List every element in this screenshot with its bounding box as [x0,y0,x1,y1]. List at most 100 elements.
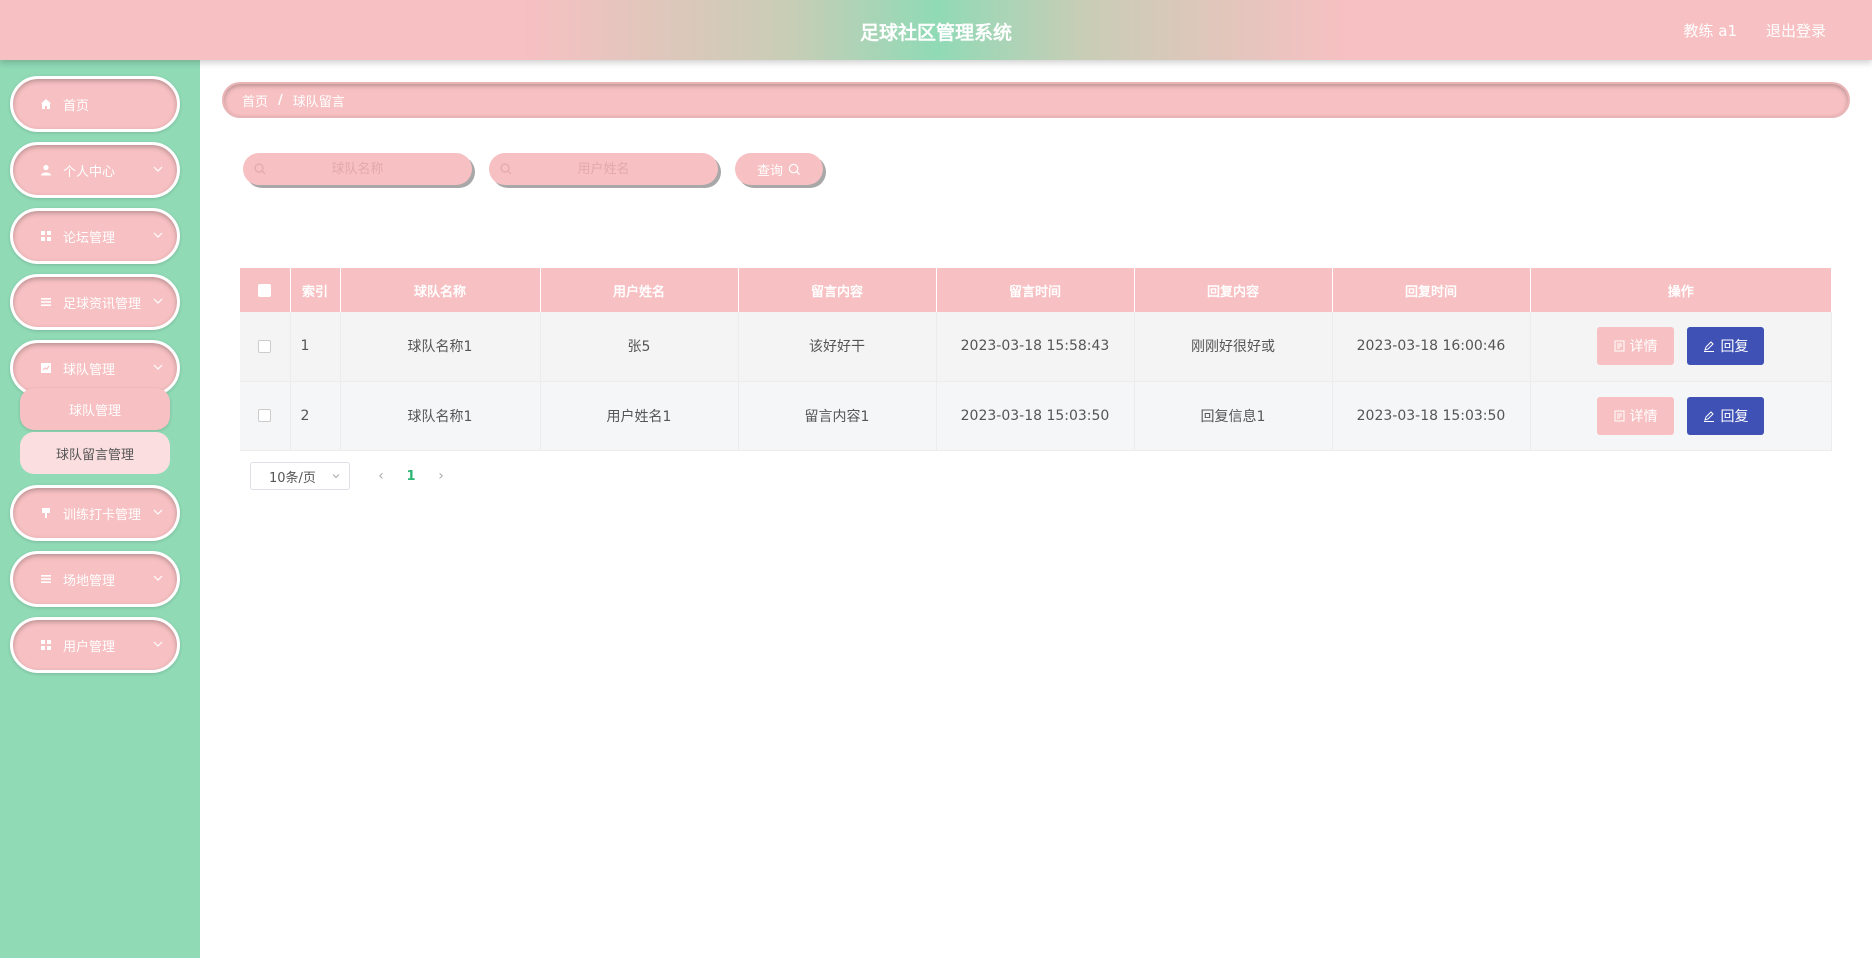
detail-button[interactable]: 详情 [1597,327,1675,366]
detail-button-label: 详情 [1629,339,1658,356]
col-actions: 操作 [1530,268,1832,312]
chevron-down-icon [153,298,163,304]
cell-team: 球队名称1 [340,312,541,382]
sidebar-item-label: 足球资讯管理 [63,296,142,312]
user-icon [39,163,53,177]
row-select[interactable] [240,312,291,382]
row-checkbox[interactable] [258,339,272,353]
reply-button-label: 回复 [1720,339,1749,356]
cell-user: 张5 [540,312,739,382]
chevron-down-icon [153,364,163,370]
chevron-down-icon [153,575,163,581]
chevron-down-icon [153,509,163,515]
col-index: 索引 [290,268,341,312]
sidebar-item-label: 个人中心 [63,164,116,180]
submenu-team-message[interactable]: 球队留言管理 [20,432,170,474]
row-select[interactable] [240,381,291,451]
sidebar-item-label: 论坛管理 [63,230,116,246]
table-header-row: 索引 球队名称 用户姓名 留言内容 留言时间 回复内容 回复时间 操作 [240,268,1832,312]
select-all-checkbox[interactable] [258,283,272,297]
pagination: 10条/页 ‹ 1 › [250,462,456,490]
sidebar-item-venue[interactable]: 场地管理 [10,551,180,607]
sidebar-item-training[interactable]: 训练打卡管理 [10,485,180,541]
top-header: 足球社区管理系统 教练 a1 退出登录 [0,0,1872,60]
sidebar-item-label: 球队管理 [63,362,116,378]
cell-actions: 详情 回复 [1530,312,1832,382]
cell-message-time: 2023-03-18 15:03:50 [936,381,1135,451]
sidebar-item-home[interactable]: 首页 [10,76,180,132]
sidebar-item-users[interactable]: 用户管理 [10,617,180,673]
team-name-search[interactable] [243,153,472,185]
reply-button[interactable]: 回复 [1687,327,1765,366]
team-name-input[interactable] [243,153,472,185]
current-user: 教练 a1 [1683,22,1737,40]
breadcrumb-home[interactable]: 首页 [242,91,268,110]
message-table: 索引 球队名称 用户姓名 留言内容 留言时间 回复内容 回复时间 操作 1 球队… [240,268,1832,451]
search-icon [788,163,801,175]
search-icon [500,163,512,175]
page-size-value: 10条/页 [269,470,316,486]
cell-user: 用户姓名1 [540,381,739,451]
cell-actions: 详情 回复 [1530,381,1832,451]
list-icon [39,572,53,586]
sidebar: 首页 个人中心 论坛管理 足球资讯管理 球队管理 球队管理 球队留言管理 训练打… [0,60,200,958]
chevron-down-icon [153,166,163,172]
chevron-down-icon [332,474,340,479]
select-all-header[interactable] [240,268,291,312]
grid-icon [39,229,53,243]
col-reply-time: 回复时间 [1332,268,1531,312]
sidebar-item-label: 用户管理 [63,639,116,655]
detail-button[interactable]: 详情 [1597,396,1675,435]
col-team: 球队名称 [340,268,541,312]
cell-reply: 刚刚好很好或 [1134,312,1333,382]
submenu-team-manage[interactable]: 球队管理 [20,388,170,430]
page-size-select[interactable]: 10条/页 [250,462,350,490]
table-row: 2 球队名称1 用户姓名1 留言内容1 2023-03-18 15:03:50 … [240,381,1832,451]
edit-icon [1704,410,1715,422]
col-message: 留言内容 [738,268,937,312]
sidebar-item-profile[interactable]: 个人中心 [10,142,180,198]
cell-reply: 回复信息1 [1134,381,1333,451]
detail-button-label: 详情 [1629,408,1658,425]
prev-page-button[interactable]: ‹ [366,468,396,484]
sidebar-item-forum[interactable]: 论坛管理 [10,208,180,264]
cell-message: 该好好干 [738,312,937,382]
document-icon [1614,410,1625,421]
cell-message-time: 2023-03-18 15:58:43 [936,312,1135,382]
pin-icon [39,506,53,520]
document-icon [1614,340,1625,352]
edit-icon [1704,341,1715,353]
col-message-time: 留言时间 [936,268,1135,312]
user-name-input[interactable] [489,153,718,185]
query-button-label: 查询 [756,163,783,179]
list-icon [39,295,53,309]
app-title: 足球社区管理系统 [859,22,1012,44]
col-reply: 回复内容 [1134,268,1333,312]
table-row: 1 球队名称1 张5 该好好干 2023-03-18 15:58:43 刚刚好很… [240,312,1832,382]
grid-icon [39,638,53,652]
query-button[interactable]: 查询 [735,153,823,185]
cell-index: 1 [290,312,341,382]
cell-reply-time: 2023-03-18 15:03:50 [1332,381,1531,451]
search-icon [254,163,266,175]
cell-team: 球队名称1 [340,381,541,451]
cell-reply-time: 2023-03-18 16:00:46 [1332,312,1531,382]
home-icon [39,97,53,111]
reply-button[interactable]: 回复 [1687,396,1765,435]
sidebar-item-news[interactable]: 足球资讯管理 [10,274,180,330]
logout-link[interactable]: 退出登录 [1766,20,1826,41]
breadcrumb: 首页 / 球队留言 [222,82,1850,118]
next-page-button[interactable]: › [426,468,456,484]
row-checkbox[interactable] [258,409,272,422]
chevron-down-icon [153,232,163,238]
cell-message: 留言内容1 [738,381,937,451]
col-user: 用户姓名 [540,268,739,312]
cell-index: 2 [290,381,341,451]
chart-icon [39,361,53,375]
breadcrumb-current: 球队留言 [292,94,345,110]
sidebar-item-label: 训练打卡管理 [63,507,142,523]
reply-button-label: 回复 [1720,408,1749,425]
page-number[interactable]: 1 [396,469,426,484]
sidebar-item-label: 场地管理 [63,573,116,589]
user-name-search[interactable] [489,153,718,185]
